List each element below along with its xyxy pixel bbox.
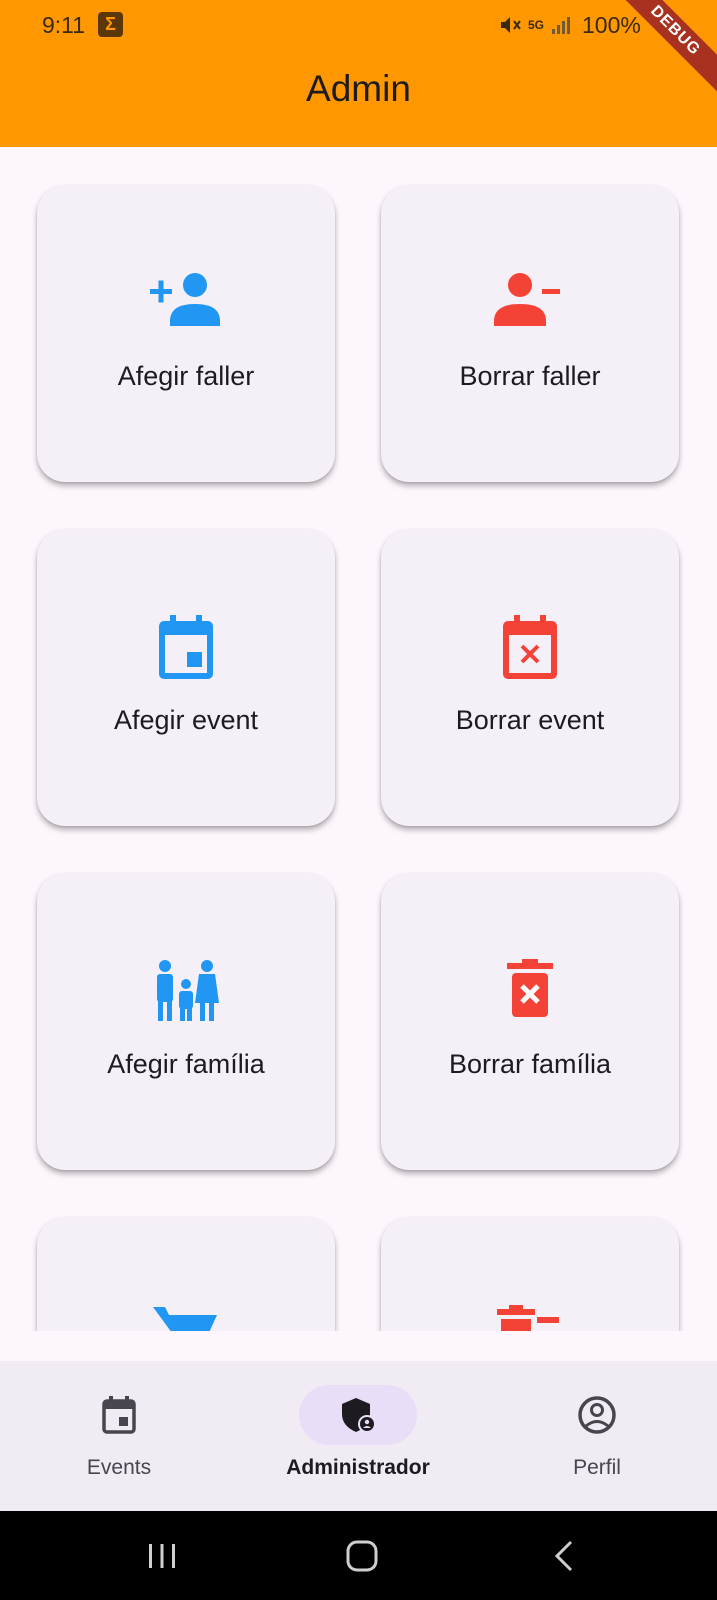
bottom-nav: Events Administrador Perfil [0,1361,717,1511]
nav-label: Events [86,1456,152,1479]
nav-label: Perfil [573,1456,621,1479]
nav-label: Administrador [286,1456,430,1479]
card-label: Afegir event [113,705,259,735]
home-button[interactable] [322,1511,402,1600]
status-bar: 9:11 Σ 5G 100% DEBUG [0,0,717,97]
card-label: Borrar família [448,1049,612,1079]
remove-event-card[interactable]: Borrar event [381,529,679,826]
event-busy-icon [503,615,557,679]
calendar-icon [102,1396,136,1434]
remove-family-card[interactable]: Borrar família [381,873,679,1170]
home-icon [346,1540,378,1571]
status-right-icons: 5G 100% [498,12,641,38]
back-icon [554,1540,573,1571]
remove-faller-card[interactable]: Borrar faller [381,185,679,482]
admin-grid: Afegir faller Borrar faller Afegir event… [0,147,717,1331]
remove-shopping-icon [497,1305,559,1331]
status-time: 9:11 [42,12,86,38]
back-button[interactable] [524,1511,604,1600]
account-circle-icon [578,1396,616,1434]
delete-forever-icon [507,959,553,1017]
event-icon [159,615,213,679]
nav-active-indicator [299,1385,417,1445]
nav-item-events[interactable]: Events [19,1361,219,1511]
admin-shield-icon [342,1398,376,1433]
recents-icon [149,1543,175,1568]
system-nav-bar [0,1511,717,1600]
family-icon [157,960,219,1021]
card-label: Afegir família [107,1049,265,1079]
screen: 9:11 Σ 5G 100% DEBUG Admin Afegir faller… [0,0,717,1600]
signal-icon [552,17,571,34]
card-label: Afegir faller [117,361,255,391]
remove-shopping-card[interactable] [381,1217,679,1331]
sigma-icon: Σ [98,12,123,37]
card-label: Borrar faller [459,361,601,391]
add-faller-card[interactable]: Afegir faller [37,185,335,482]
page-title: Admin [306,68,411,109]
person-remove-icon [494,273,560,326]
add-shopping-card[interactable] [37,1217,335,1331]
network-type: 5G [528,18,545,32]
card-label: Borrar event [455,705,605,735]
add-family-card[interactable]: Afegir família [37,873,335,1170]
nav-item-administrador[interactable]: Administrador [258,1361,458,1511]
add-event-card[interactable]: Afegir event [37,529,335,826]
mute-icon [501,17,521,33]
battery-level: 100% [582,11,641,38]
recent-apps-button[interactable] [122,1511,202,1600]
shopping-cart-icon [153,1307,217,1331]
nav-item-perfil[interactable]: Perfil [497,1361,697,1511]
person-add-icon [150,273,220,326]
app-bar: 9:11 Σ 5G 100% DEBUG Admin [0,0,717,147]
